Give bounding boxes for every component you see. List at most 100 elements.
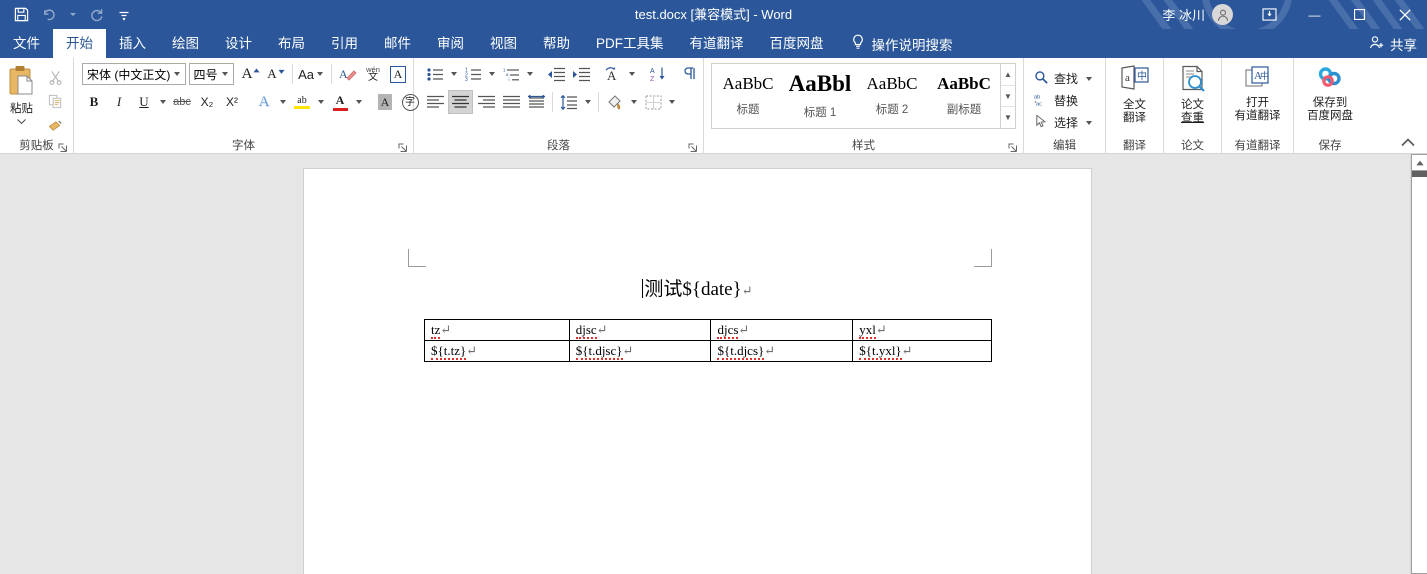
- chevron-down-icon[interactable]: [1086, 120, 1092, 125]
- tab-review[interactable]: 审阅: [424, 29, 477, 58]
- multilevel-list-button[interactable]: 1ai: [499, 62, 523, 86]
- decrease-indent-button[interactable]: [544, 62, 568, 86]
- line-spacing-button[interactable]: [557, 90, 581, 114]
- style-item-heading2[interactable]: AaBbC 标题 2: [856, 64, 928, 128]
- cut-button[interactable]: [42, 67, 68, 89]
- select-button[interactable]: 选择: [1031, 112, 1098, 134]
- minimize-button[interactable]: —: [1292, 0, 1337, 29]
- clipboard-dialog-launcher-icon[interactable]: [57, 142, 68, 153]
- text-highlight-button[interactable]: ab: [290, 90, 314, 114]
- superscript-button[interactable]: X²: [220, 90, 244, 114]
- tab-draw[interactable]: 绘图: [159, 29, 212, 58]
- numbering-button[interactable]: 123: [461, 62, 485, 86]
- table-row-header[interactable]: tz↵ djsc↵ djcs↵ yxl↵: [424, 319, 992, 341]
- styles-more-button[interactable]: ▼: [1001, 107, 1015, 128]
- style-item-title[interactable]: AaBbC 标题: [712, 64, 784, 128]
- align-right-button[interactable]: [474, 90, 498, 114]
- close-button[interactable]: [1382, 0, 1427, 29]
- distribute-button[interactable]: [524, 90, 548, 114]
- font-size-combo[interactable]: 四号: [188, 63, 234, 85]
- tab-file[interactable]: 文件: [0, 29, 53, 58]
- bold-button[interactable]: B: [82, 90, 106, 114]
- copy-button[interactable]: [42, 91, 68, 113]
- increase-indent-button[interactable]: [569, 62, 593, 86]
- maximize-button[interactable]: [1337, 0, 1382, 29]
- ribbon-display-options-icon[interactable]: [1247, 0, 1292, 29]
- tab-mailings[interactable]: 邮件: [371, 29, 424, 58]
- align-center-button[interactable]: [448, 90, 473, 114]
- table-cell[interactable]: ${t.djcs}↵: [710, 340, 854, 362]
- table-cell[interactable]: djsc↵: [568, 319, 712, 341]
- tab-insert[interactable]: 插入: [106, 29, 159, 58]
- font-dialog-launcher-icon[interactable]: [397, 142, 408, 153]
- shading-button[interactable]: [603, 90, 627, 114]
- avatar[interactable]: [1212, 4, 1233, 25]
- chinese-layout-dropdown-icon[interactable]: [626, 62, 638, 86]
- phonetic-guide-button[interactable]: wén 文: [361, 62, 385, 86]
- borders-button[interactable]: [641, 90, 665, 114]
- collapse-ribbon-button[interactable]: [1397, 133, 1419, 151]
- tab-pdf-tools[interactable]: PDF工具集: [583, 29, 677, 58]
- undo-icon[interactable]: [36, 2, 62, 28]
- save-to-baidu-button[interactable]: 保存到 百度网盘: [1297, 61, 1363, 138]
- font-color-dropdown-icon[interactable]: [353, 90, 365, 114]
- find-button[interactable]: 查找: [1031, 68, 1098, 90]
- borders-dropdown-icon[interactable]: [666, 90, 678, 114]
- undo-dropdown-icon[interactable]: [64, 2, 81, 28]
- full-text-translate-button[interactable]: a 中 全文 翻译: [1109, 61, 1160, 138]
- format-painter-button[interactable]: [42, 115, 68, 137]
- tab-youdao-translate[interactable]: 有道翻译: [677, 29, 757, 58]
- share-button[interactable]: 共享: [1369, 29, 1417, 58]
- tab-help[interactable]: 帮助: [530, 29, 583, 58]
- scrollbar-track[interactable]: [1411, 171, 1427, 574]
- underline-dropdown-icon[interactable]: [157, 90, 169, 114]
- bullets-dropdown-icon[interactable]: [448, 62, 460, 86]
- style-item-heading1[interactable]: AaBbl 标题 1: [784, 64, 856, 128]
- table-cell[interactable]: tz↵: [424, 319, 570, 341]
- table-row-data[interactable]: ${t.tz}↵ ${t.djsc}↵ ${t.djcs}↵ ${t.yxl}↵: [424, 340, 992, 362]
- replace-button[interactable]: ab ac 替换: [1031, 90, 1098, 112]
- paste-button[interactable]: 粘贴: [3, 61, 40, 138]
- table-cell[interactable]: yxl↵: [852, 319, 992, 341]
- tell-me-search[interactable]: 操作说明搜索: [837, 29, 963, 58]
- tab-baidu-netdisk[interactable]: 百度网盘: [757, 29, 837, 58]
- table-cell[interactable]: ${t.yxl}↵: [852, 340, 992, 362]
- text-effects-button[interactable]: A: [252, 90, 276, 114]
- subscript-button[interactable]: X₂: [195, 90, 219, 114]
- table-cell[interactable]: djcs↵: [710, 319, 854, 341]
- font-name-combo[interactable]: 宋体 (中文正文): [82, 63, 186, 85]
- chevron-down-icon[interactable]: [1086, 76, 1092, 81]
- redo-icon[interactable]: [83, 2, 109, 28]
- paragraph-dialog-launcher-icon[interactable]: [687, 142, 698, 153]
- styles-scroll-up-button[interactable]: ▲: [1001, 64, 1015, 86]
- italic-button[interactable]: I: [107, 90, 131, 114]
- tab-references[interactable]: 引用: [318, 29, 371, 58]
- character-shading-button[interactable]: A: [373, 90, 397, 114]
- align-left-button[interactable]: [423, 90, 447, 114]
- style-item-subtitle[interactable]: AaBbC 副标题: [928, 64, 1000, 128]
- shading-dropdown-icon[interactable]: [628, 90, 640, 114]
- multilevel-dropdown-icon[interactable]: [524, 62, 536, 86]
- save-icon[interactable]: [8, 2, 34, 28]
- chinese-layout-button[interactable]: A: [601, 62, 625, 86]
- change-case-button[interactable]: Aa: [297, 62, 327, 86]
- shrink-font-button[interactable]: A: [264, 62, 288, 86]
- table-cell[interactable]: ${t.tz}↵: [424, 340, 570, 362]
- plagiarism-check-button[interactable]: 论文 查重: [1167, 61, 1218, 138]
- paste-dropdown-icon[interactable]: [17, 115, 26, 128]
- highlight-dropdown-icon[interactable]: [315, 90, 327, 114]
- underline-button[interactable]: U: [132, 90, 156, 114]
- styles-dialog-launcher-icon[interactable]: [1007, 142, 1018, 153]
- strikethrough-button[interactable]: abc: [170, 90, 194, 114]
- grow-font-button[interactable]: A: [239, 62, 263, 86]
- scroll-up-button[interactable]: [1411, 154, 1427, 171]
- clear-formatting-button[interactable]: A: [336, 62, 360, 86]
- customize-qat-icon[interactable]: [111, 2, 137, 28]
- tab-view[interactable]: 视图: [477, 29, 530, 58]
- bullets-button[interactable]: [423, 62, 447, 86]
- document-table[interactable]: tz↵ djsc↵ djcs↵ yxl↵ ${t.tz}↵ ${t.djsc}↵…: [424, 319, 992, 362]
- document-page[interactable]: 测试${date}↵ tz↵ djsc↵ djcs↵ yxl↵ ${t.tz}↵…: [304, 169, 1091, 574]
- vertical-scrollbar[interactable]: [1410, 154, 1427, 574]
- scrollbar-thumb[interactable]: [1412, 171, 1427, 177]
- document-heading[interactable]: 测试${date}↵: [304, 274, 1091, 301]
